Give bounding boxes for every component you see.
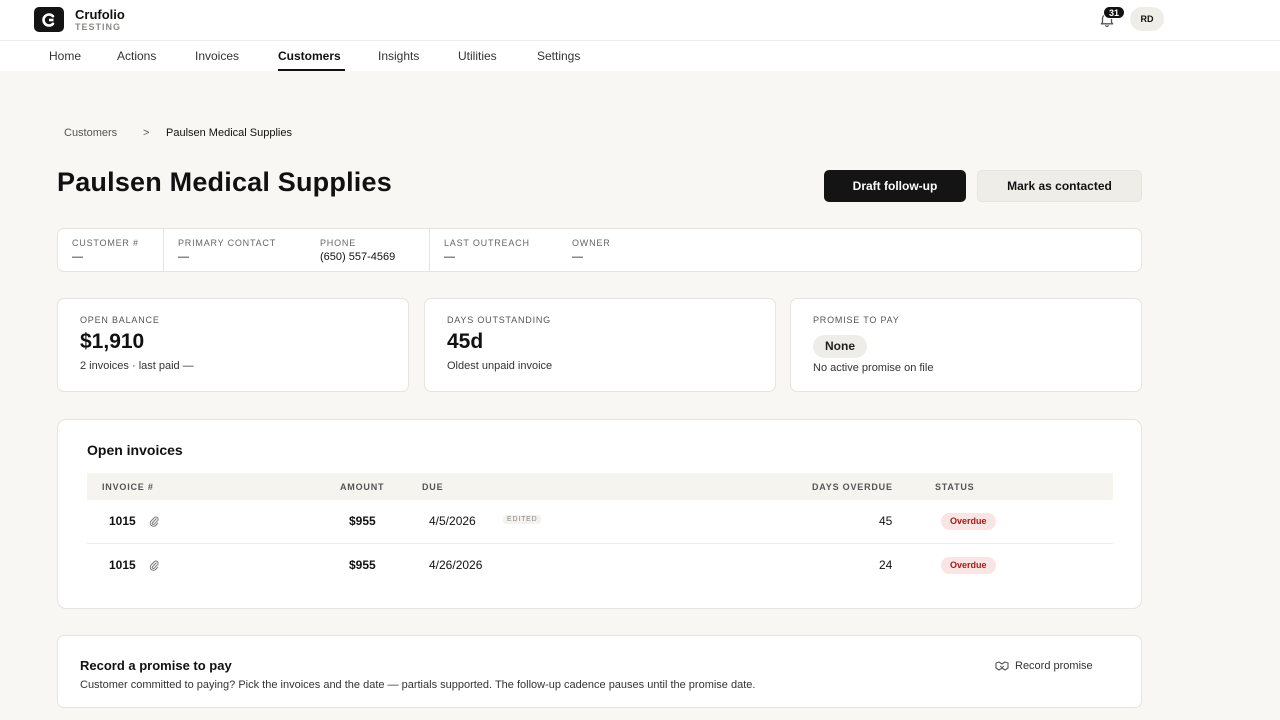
open-balance-value: $1,910 — [80, 330, 145, 353]
paperclip-icon[interactable] — [149, 559, 159, 571]
promise-to-pay-sub: No active promise on file — [813, 362, 934, 374]
breadcrumb-current: Paulsen Medical Supplies — [166, 127, 292, 139]
notification-count-badge: 31 — [1103, 6, 1125, 19]
mark-as-contacted-button[interactable]: Mark as contacted — [977, 170, 1142, 202]
paperclip-icon[interactable] — [149, 515, 159, 527]
status-badge: Overdue — [941, 557, 996, 574]
open-balance-label: OPEN BALANCE — [80, 315, 160, 325]
record-promise-title: Record a promise to pay — [80, 658, 232, 673]
open-balance-card: OPEN BALANCE $1,910 2 invoices · last pa… — [57, 298, 409, 392]
invoice-amount: $955 — [349, 558, 376, 572]
last-outreach-value: — — [444, 251, 455, 263]
user-avatar[interactable]: RD — [1130, 7, 1164, 31]
handshake-icon — [995, 661, 1009, 671]
invoice-amount: $955 — [349, 514, 376, 528]
column-status[interactable]: STATUS — [935, 482, 974, 492]
nav-home[interactable]: Home — [49, 49, 81, 63]
table-header: INVOICE # AMOUNT DUE DAYS OVERDUE STATUS — [87, 473, 1113, 500]
top-bar: Crufolio TESTING 31 RD — [0, 0, 1280, 41]
nav-insights[interactable]: Insights — [378, 49, 419, 63]
open-balance-sub: 2 invoices · last paid — — [80, 360, 194, 372]
nav-settings[interactable]: Settings — [537, 49, 580, 63]
days-overdue: 45 — [879, 514, 893, 528]
last-outreach-label: LAST OUTREACH — [444, 238, 530, 248]
record-promise-button[interactable]: Record promise — [995, 657, 1093, 675]
draft-follow-up-button[interactable]: Draft follow-up — [824, 170, 966, 202]
record-promise-label: Record promise — [1015, 660, 1093, 672]
days-overdue: 24 — [879, 558, 893, 572]
days-outstanding-sub: Oldest unpaid invoice — [447, 360, 553, 372]
breadcrumb-separator: > — [143, 127, 150, 139]
logo-glyph — [42, 12, 55, 27]
days-outstanding-value: 45d — [447, 330, 484, 353]
edited-tag: EDITED — [503, 515, 542, 524]
phone-value[interactable]: (650) 557-4569 — [320, 251, 395, 263]
open-invoices-title: Open invoices — [87, 442, 183, 458]
promise-status-pill: None — [813, 335, 867, 358]
table-row[interactable]: 1015 $955 4/5/2026 EDITED 45 Overdue — [87, 500, 1113, 544]
invoice-number[interactable]: 1015 — [109, 514, 136, 528]
invoice-due-date: 4/5/2026 — [429, 514, 476, 528]
nav-customers[interactable]: Customers — [278, 49, 341, 63]
customer-info-strip: CUSTOMER # — PRIMARY CONTACT — PHONE (65… — [57, 228, 1142, 272]
primary-contact-label: PRIMARY CONTACT — [178, 238, 277, 248]
days-outstanding-label: DAYS OUTSTANDING — [447, 315, 551, 325]
divider — [429, 229, 430, 271]
column-days-overdue[interactable]: DAYS OVERDUE — [812, 482, 893, 492]
brand-name: Crufolio — [75, 7, 125, 22]
nav-actions[interactable]: Actions — [117, 49, 156, 63]
divider — [163, 229, 164, 271]
status-badge: Overdue — [941, 513, 996, 530]
column-due[interactable]: DUE — [422, 482, 443, 492]
record-promise-description: Customer committed to paying? Pick the i… — [80, 679, 756, 691]
invoice-number[interactable]: 1015 — [109, 558, 136, 572]
column-invoice-number[interactable]: INVOICE # — [102, 482, 154, 492]
active-tab-indicator — [278, 69, 345, 71]
breadcrumb-customers-link[interactable]: Customers — [64, 127, 117, 139]
column-amount[interactable]: AMOUNT — [340, 482, 384, 492]
nav-invoices[interactable]: Invoices — [195, 49, 239, 63]
main-nav: Home Actions Invoices Customers Insights… — [0, 41, 1280, 71]
customer-number-value: — — [72, 251, 83, 263]
table-row[interactable]: 1015 $955 4/26/2026 24 Overdue — [87, 544, 1113, 588]
open-invoices-card: Open invoices INVOICE # AMOUNT DUE DAYS … — [57, 419, 1142, 609]
nav-utilities[interactable]: Utilities — [458, 49, 497, 63]
primary-contact-value: — — [178, 251, 189, 263]
page-title: Paulsen Medical Supplies — [57, 167, 392, 197]
environment-label: TESTING — [75, 22, 122, 32]
owner-label: OWNER — [572, 238, 611, 248]
phone-label: PHONE — [320, 238, 357, 248]
promise-to-pay-card: PROMISE TO PAY None No active promise on… — [790, 298, 1142, 392]
invoice-due-date: 4/26/2026 — [429, 558, 483, 572]
promise-to-pay-label: PROMISE TO PAY — [813, 315, 900, 325]
record-promise-card: Record a promise to pay Customer committ… — [57, 635, 1142, 708]
customer-number-label: CUSTOMER # — [72, 238, 139, 248]
owner-value: — — [572, 251, 583, 263]
crufolio-logo-icon[interactable] — [34, 7, 64, 32]
days-outstanding-card: DAYS OUTSTANDING 45d Oldest unpaid invoi… — [424, 298, 776, 392]
